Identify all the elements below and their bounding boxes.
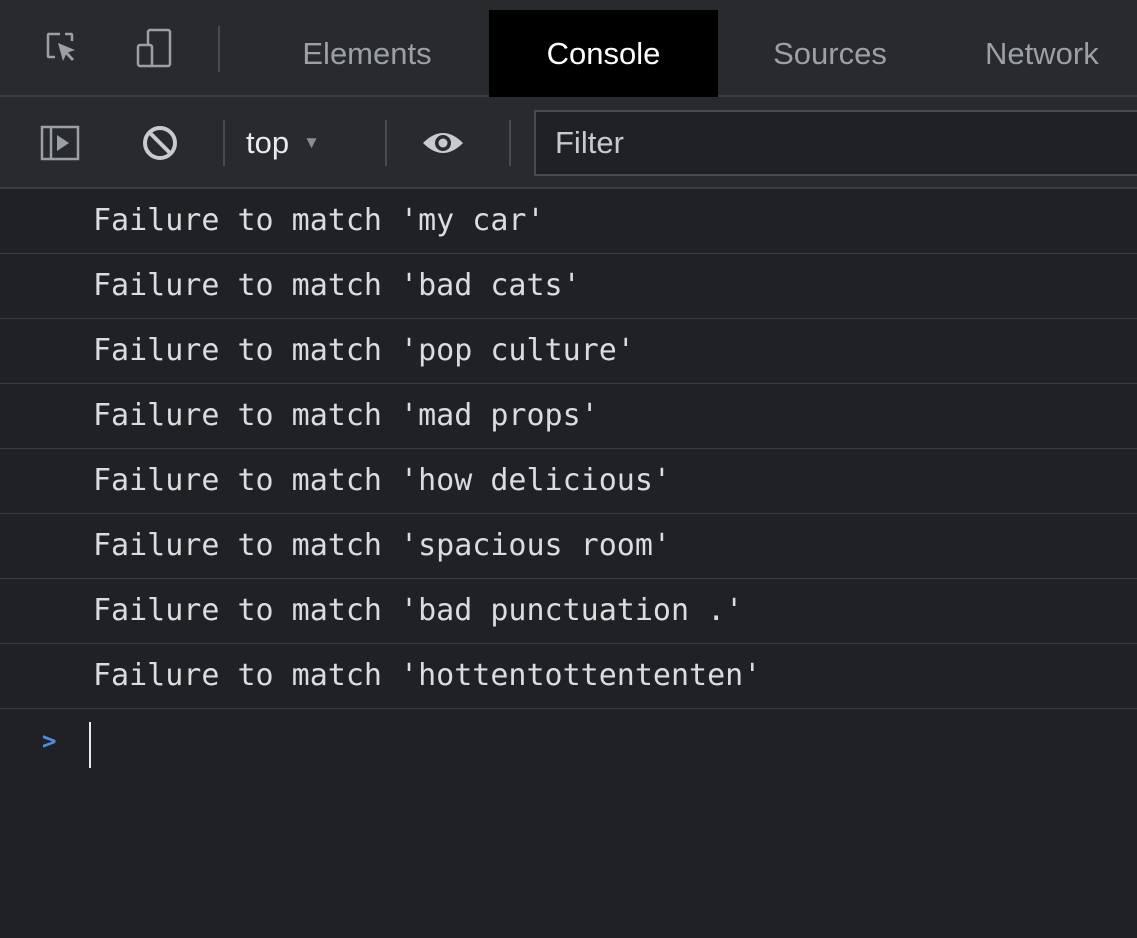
- console-message: Failure to match 'hottentottententen': [0, 644, 1137, 709]
- console-message-text: Failure to match 'my car': [93, 203, 545, 238]
- clear-console-icon[interactable]: [138, 121, 182, 165]
- context-label: top: [246, 125, 290, 160]
- devtools-tab-bar: Elements Console Sources Network: [0, 0, 1137, 97]
- console-message: Failure to match 'spacious room': [0, 514, 1137, 579]
- console-message: Failure to match 'mad props': [0, 384, 1137, 449]
- console-message: Failure to match 'my car': [0, 189, 1137, 254]
- console-message: Failure to match 'bad punctuation .': [0, 579, 1137, 644]
- console-input-cursor[interactable]: [89, 722, 91, 768]
- console-output[interactable]: Failure to match 'my car' Failure to mat…: [0, 189, 1137, 938]
- console-message-text: Failure to match 'bad cats': [93, 268, 581, 303]
- toolbar-divider-1: [223, 120, 225, 166]
- filter-input[interactable]: [534, 110, 1137, 176]
- console-message-text: Failure to match 'pop culture': [93, 333, 635, 368]
- prompt-chevron-icon: >: [42, 727, 57, 755]
- tab-console[interactable]: Console: [489, 10, 718, 97]
- console-message-text: Failure to match 'spacious room': [93, 528, 671, 563]
- devtools-window: Elements Console Sources Network top ▼ F…: [0, 0, 1137, 938]
- live-expression-eye-icon[interactable]: [421, 121, 465, 165]
- javascript-context-select[interactable]: top ▼: [246, 121, 320, 165]
- console-message: Failure to match 'bad cats': [0, 254, 1137, 319]
- toolbar-divider-3: [509, 120, 511, 166]
- console-message-text: Failure to match 'bad punctuation .': [93, 593, 744, 628]
- console-toolbar: top ▼: [0, 97, 1137, 189]
- toolbar-divider-2: [385, 120, 387, 166]
- tab-elements[interactable]: Elements: [262, 10, 472, 97]
- console-message: Failure to match 'how delicious': [0, 449, 1137, 514]
- caret-down-icon: ▼: [303, 133, 320, 152]
- inspect-element-icon[interactable]: [40, 26, 84, 70]
- console-prompt[interactable]: >: [0, 709, 1137, 779]
- show-console-sidebar-icon[interactable]: [38, 121, 82, 165]
- console-message-text: Failure to match 'mad props': [93, 398, 599, 433]
- console-message: Failure to match 'pop culture': [0, 319, 1137, 384]
- tab-network[interactable]: Network: [960, 10, 1137, 97]
- console-message-list: Failure to match 'my car' Failure to mat…: [0, 189, 1137, 709]
- console-message-text: Failure to match 'hottentottententen': [93, 658, 762, 693]
- console-message-text: Failure to match 'how delicious': [93, 463, 671, 498]
- tab-sources[interactable]: Sources: [735, 10, 925, 97]
- device-toolbar-icon[interactable]: [132, 26, 176, 70]
- tab-bar-divider: [218, 26, 220, 72]
